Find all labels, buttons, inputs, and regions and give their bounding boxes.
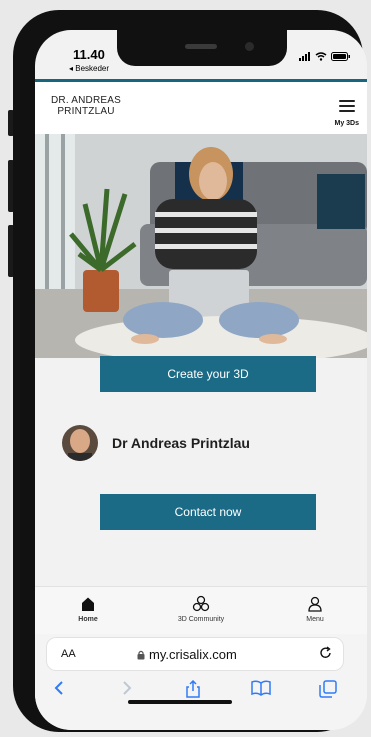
safari-toolbar: AA my.crisalix.com xyxy=(35,634,367,730)
status-time: 11.40 xyxy=(73,47,105,62)
notch xyxy=(117,30,287,66)
logo-line-1: DR. ANDREAS xyxy=(51,95,121,106)
community-icon xyxy=(192,595,210,612)
reload-icon[interactable] xyxy=(319,646,333,660)
back-to-app-link[interactable]: ◂ Beskeder xyxy=(69,64,109,73)
address-bar[interactable]: AA my.crisalix.com xyxy=(47,638,343,670)
bottom-tab-bar: Home 3D Community Menu xyxy=(35,586,367,635)
status-icons xyxy=(299,52,351,61)
url-display[interactable]: my.crisalix.com xyxy=(137,647,237,662)
signal-icon xyxy=(299,52,310,61)
doctor-avatar xyxy=(62,425,98,461)
hamburger-menu-icon[interactable] xyxy=(339,100,355,115)
hero-image xyxy=(35,134,367,358)
screen: 11.40 ◂ Beskeder DR. ANDREAS PRINTZLAU M… xyxy=(35,30,367,730)
wifi-icon xyxy=(315,52,327,61)
create-3d-button[interactable]: Create your 3D xyxy=(100,356,316,392)
tabs-icon[interactable] xyxy=(319,680,337,698)
tab-menu[interactable]: Menu xyxy=(275,595,355,623)
tab-3d-community-label: 3D Community xyxy=(177,616,225,623)
speaker xyxy=(185,44,217,49)
back-arrow-icon[interactable] xyxy=(53,680,65,696)
doctor-profile: Dr Andreas Printzlau xyxy=(62,425,250,461)
tab-3d-community[interactable]: 3D Community xyxy=(161,595,241,623)
tab-home-label: Home xyxy=(78,616,98,623)
phone-frame: 11.40 ◂ Beskeder DR. ANDREAS PRINTZLAU M… xyxy=(13,10,367,732)
doctor-name: Dr Andreas Printzlau xyxy=(112,435,250,451)
contact-now-button[interactable]: Contact now xyxy=(100,494,316,530)
home-icon xyxy=(82,597,94,611)
tab-menu-label: Menu xyxy=(306,616,324,623)
battery-icon xyxy=(331,52,350,61)
camera xyxy=(245,42,254,51)
logo-line-2: PRINTZLAU xyxy=(57,106,115,117)
url-text: my.crisalix.com xyxy=(149,647,237,662)
home-indicator[interactable] xyxy=(128,700,232,704)
safari-nav-row xyxy=(35,678,367,702)
reader-options-button[interactable]: AA xyxy=(61,648,76,660)
lock-icon xyxy=(137,650,145,659)
forward-arrow-icon[interactable] xyxy=(121,680,133,696)
my-3ds-link[interactable]: My 3Ds xyxy=(334,120,359,127)
tab-home[interactable]: Home xyxy=(48,595,128,623)
user-icon xyxy=(308,596,322,612)
site-header: DR. ANDREAS PRINTZLAU My 3Ds xyxy=(35,82,367,134)
share-icon[interactable] xyxy=(185,680,201,698)
bookmarks-icon[interactable] xyxy=(251,680,271,696)
practice-logo[interactable]: DR. ANDREAS PRINTZLAU xyxy=(51,95,121,117)
